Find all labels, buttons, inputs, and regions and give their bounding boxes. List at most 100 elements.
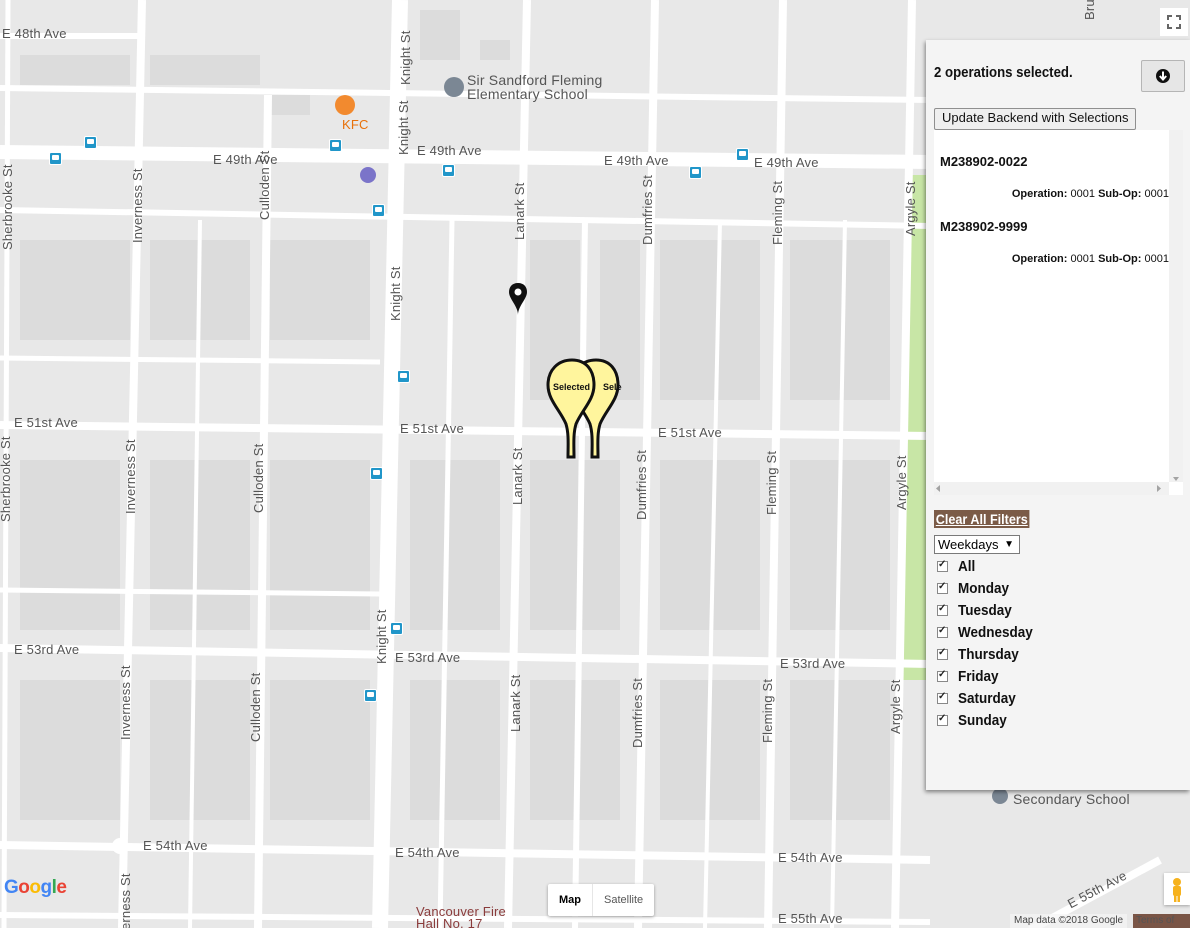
street-view-pegman[interactable] [1164,873,1190,905]
google-logo[interactable]: Google [4,877,67,899]
street-label: Knight St [396,100,411,155]
bus-stop-icon[interactable] [390,622,403,635]
school-icon[interactable] [992,788,1008,804]
street-label: Sherbrooke St [0,436,13,522]
street-label: E 53rd Ave [14,642,80,657]
list-item[interactable]: M238902-0022 Operation: 0001 Sub-Op: 000… [934,130,1183,200]
day-checkbox-thursday[interactable]: Thursday [937,644,1026,664]
operations-list[interactable]: M238902-0022 Operation: 0001 Sub-Op: 000… [934,130,1183,495]
school-icon[interactable] [444,77,464,97]
street-label: E 51st Ave [14,415,78,430]
bus-stop-icon[interactable] [364,689,377,702]
street-label: Inverness St [123,439,138,514]
day-checkbox-sunday[interactable]: Sunday [937,710,1012,730]
day-label: Friday [958,667,999,685]
street-label: Knight St [374,609,389,664]
street-label: Culloden St [251,443,266,513]
street-label: Bru [1082,0,1097,20]
horizontal-scrollbar[interactable] [934,482,1169,495]
day-label: Thursday [958,645,1019,663]
list-item[interactable]: M238902-9999 Operation: 0001 Sub-Op: 000… [934,195,1183,265]
street-label: E 49th Ave [417,143,482,158]
collapse-panel-button[interactable] [1141,60,1185,92]
bus-stop-icon[interactable] [329,139,342,152]
vertical-scrollbar[interactable] [1169,130,1183,482]
fullscreen-button[interactable] [1160,8,1188,36]
map-attribution: Map data ©2018 Google [1010,914,1128,928]
street-label: Lanark St [510,447,525,505]
day-checkbox-friday[interactable]: Friday [937,666,1003,686]
checkbox[interactable] [937,669,948,682]
bus-stop-icon[interactable] [49,152,62,165]
street-label: Inverness St [118,665,133,740]
checkbox[interactable] [937,713,948,726]
day-label: Saturday [958,689,1016,707]
street-label: Fleming St [764,450,779,515]
bus-stop-icon[interactable] [370,467,383,480]
restaurant-icon[interactable] [335,95,355,115]
selected-marker-front[interactable]: Selected [546,358,598,460]
street-label: E 51st Ave [658,425,722,440]
street-label: Lanark St [508,674,523,732]
street-label: E 54th Ave [143,838,208,853]
marker-label: Selected [603,382,622,392]
shopping-icon[interactable] [360,167,376,183]
street-label: E 51st Ave [400,421,464,436]
day-filter-value: Weekdays [938,537,999,552]
kfc-label[interactable]: KFC [342,117,369,132]
map-pin-icon[interactable] [508,282,528,316]
checkbox[interactable] [937,647,948,660]
marker-label: Selected [553,382,590,392]
street-label: Argyle St [903,181,918,236]
map-type-satellite-button[interactable]: Satellite [593,884,654,916]
street-label: E 55th Ave [778,911,843,926]
bus-stop-icon[interactable] [689,166,702,179]
checkbox[interactable] [937,691,948,704]
day-checkbox-monday[interactable]: Monday [937,578,1015,598]
clear-filters-link[interactable]: Clear All Filters [934,510,1030,528]
day-label: Monday [958,579,1010,597]
street-label: Dumfries St [640,174,655,245]
subop-label: Sub-Op: [1098,253,1142,265]
bus-stop-icon[interactable] [736,148,749,161]
bus-stop-icon[interactable] [84,136,97,149]
checkbox[interactable] [937,625,948,638]
day-label: Tuesday [958,601,1012,619]
fire-hall-label[interactable]: Vancouver Fire Hall No. 17 [416,905,526,928]
street-label: E 54th Ave [778,850,843,865]
checkbox[interactable] [937,581,948,594]
arrow-down-circle-icon [1156,69,1170,83]
day-filter-select[interactable]: Weekdays ▼ [934,535,1020,554]
street-label: Argyle St [894,455,909,510]
day-checkbox-all[interactable]: All [937,556,977,576]
street-label: E 48th Ave [2,26,67,41]
day-checkbox-saturday[interactable]: Saturday [937,688,1022,708]
subop-value: 0001 [1144,253,1169,265]
street-label: E 53rd Ave [395,650,461,665]
day-label: Wednesday [958,623,1033,641]
map-type-map-button[interactable]: Map [548,884,593,916]
checkbox[interactable] [937,559,948,572]
update-backend-button[interactable]: Update Backend with Selections [934,108,1137,130]
street-label: E 53rd Ave [780,656,846,671]
bus-stop-icon[interactable] [372,204,385,217]
street-label: Knight St [388,266,403,321]
day-checkbox-wednesday[interactable]: Wednesday [937,622,1041,642]
school-label[interactable]: Sir Sandford Fleming Elementary School [467,73,637,101]
bus-stop-icon[interactable] [397,370,410,383]
day-checkbox-tuesday[interactable]: Tuesday [937,600,1018,620]
street-label: E 49th Ave [754,155,819,170]
day-label: Sunday [958,711,1007,729]
secondary-school-label[interactable]: Secondary School [1013,792,1130,806]
street-label: Sherbrooke St [0,164,15,250]
scroll-arrow-icons [1173,477,1179,481]
day-label: All [958,557,976,575]
street-label: E 49th Ave [604,153,669,168]
street-label: Inverness St [118,873,133,928]
bus-stop-icon[interactable] [442,164,455,177]
terms-link[interactable]: Terms of Use [1133,914,1190,928]
map-type-control[interactable]: Map Satellite [548,884,655,916]
street-label: Fleming St [760,678,775,743]
checkbox[interactable] [937,603,948,616]
street-label: Dumfries St [634,449,649,520]
